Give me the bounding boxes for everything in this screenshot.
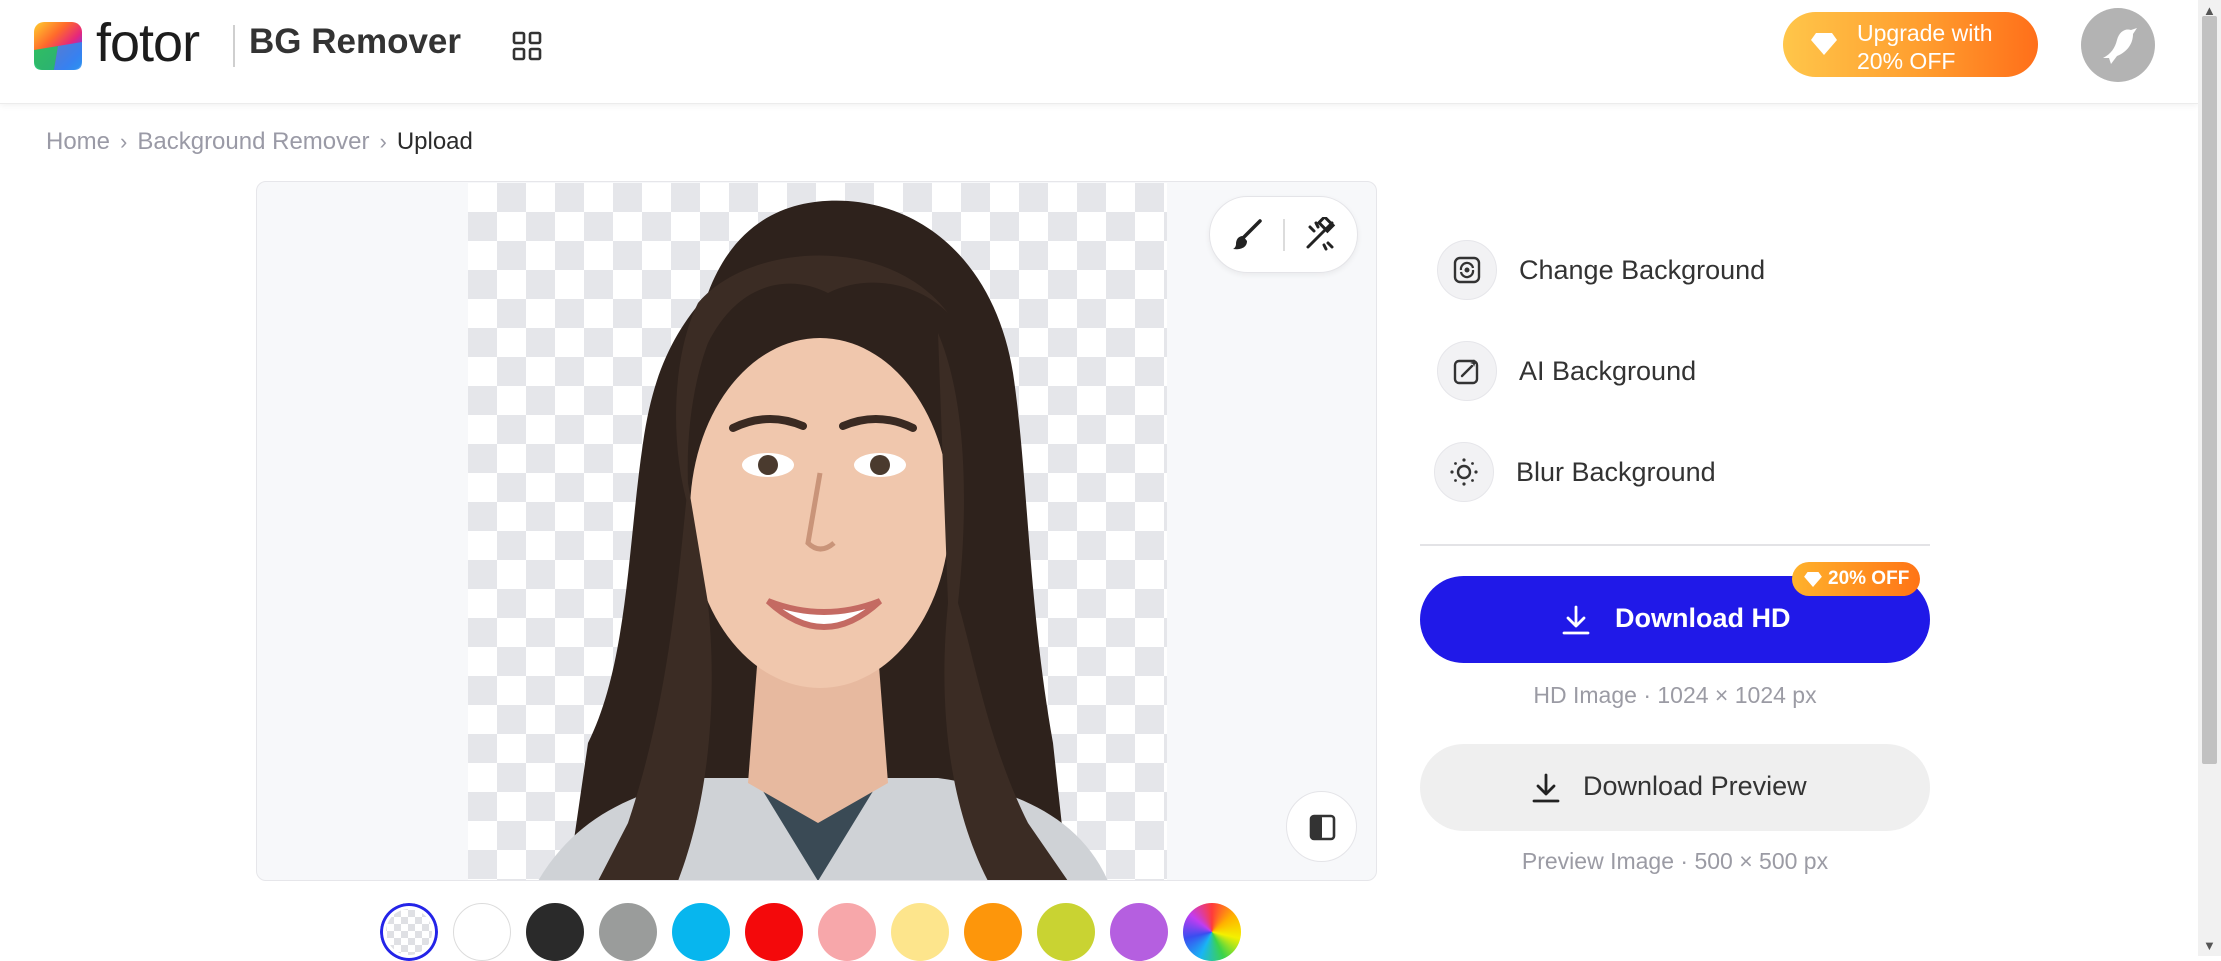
- logo-text[interactable]: fotor: [96, 12, 200, 74]
- swatch-red[interactable]: [745, 903, 803, 961]
- ai-background-icon: [1437, 341, 1497, 401]
- swatch-purple[interactable]: [1110, 903, 1168, 961]
- bird-avatar-icon: [2103, 28, 2137, 64]
- cutout-portrait: [538, 200, 1108, 880]
- change-background-label: Change Background: [1519, 254, 1766, 285]
- swatch-orange[interactable]: [964, 903, 1022, 961]
- transparent-background: [468, 183, 1167, 880]
- preview-image-info: Preview Image · 500 × 500 px: [1521, 848, 1829, 874]
- hd-image-info: HD Image · 1024 × 1024 px: [1533, 682, 1817, 708]
- download-preview-button[interactable]: Download Preview: [1420, 744, 1930, 831]
- download-icon: [1532, 773, 1560, 803]
- breadcrumb: Home › Background Remover › Upload: [46, 128, 473, 156]
- image-canvas: [256, 181, 1377, 881]
- scroll-thumb[interactable]: [2202, 16, 2217, 764]
- logo-divider: [233, 25, 235, 67]
- user-avatar[interactable]: [2081, 8, 2155, 82]
- background-color-swatches: [380, 903, 1256, 961]
- page-scrollbar[interactable]: ▲ ▼: [2198, 0, 2221, 956]
- edit-tools: [1209, 196, 1358, 273]
- compare-button[interactable]: [1286, 791, 1357, 862]
- breadcrumb-home[interactable]: Home: [46, 128, 110, 156]
- blur-background-icon: [1434, 442, 1494, 502]
- swatch-pink[interactable]: [818, 903, 876, 961]
- brush-icon[interactable]: [1230, 217, 1266, 253]
- discount-badge-text: 20% OFF: [1828, 568, 1910, 589]
- fotor-logo-icon[interactable]: [34, 22, 82, 70]
- chevron-right-icon: ›: [379, 129, 387, 154]
- compare-icon: [1309, 814, 1336, 841]
- change-background-option[interactable]: Change Background: [1437, 238, 1857, 302]
- diamond-icon: [1804, 571, 1822, 587]
- download-hd-label: Download HD: [1615, 603, 1791, 633]
- swatch-custom[interactable]: [1183, 903, 1241, 961]
- upgrade-label: Upgrade with 20% OFF: [1857, 20, 1993, 74]
- panel-divider: [1420, 544, 1930, 546]
- top-header: fotor BG Remover Upgrade with 20% OFF: [0, 0, 2198, 104]
- swatch-transparent[interactable]: [380, 903, 438, 961]
- swatch-gray[interactable]: [599, 903, 657, 961]
- chevron-right-icon: ›: [120, 129, 128, 154]
- download-icon: [1562, 605, 1590, 635]
- download-preview-label: Download Preview: [1583, 771, 1807, 801]
- swatch-white[interactable]: [453, 903, 511, 961]
- ai-background-option[interactable]: AI Background: [1437, 339, 1857, 403]
- tool-divider: [1283, 219, 1285, 251]
- blur-background-option[interactable]: Blur Background: [1434, 440, 1854, 504]
- breadcrumb-background-remover[interactable]: Background Remover: [137, 128, 369, 156]
- breadcrumb-current: Upload: [396, 128, 473, 155]
- grid-icon[interactable]: [512, 31, 542, 61]
- product-name: BG Remover: [249, 22, 462, 61]
- blur-background-label: Blur Background: [1516, 456, 1716, 487]
- swatch-sky-blue[interactable]: [672, 903, 730, 961]
- swatch-black[interactable]: [526, 903, 584, 961]
- eraser-icon[interactable]: [1302, 217, 1338, 253]
- swatch-yellow[interactable]: [891, 903, 949, 961]
- discount-badge: 20% OFF: [1792, 562, 1920, 596]
- diamond-icon: [1811, 33, 1837, 55]
- swatch-lime[interactable]: [1037, 903, 1095, 961]
- ai-background-label: AI Background: [1519, 355, 1697, 386]
- change-background-icon: [1437, 240, 1497, 300]
- upgrade-button[interactable]: Upgrade with 20% OFF: [1783, 12, 2038, 77]
- scroll-down-arrow-icon[interactable]: ▼: [2203, 938, 2216, 953]
